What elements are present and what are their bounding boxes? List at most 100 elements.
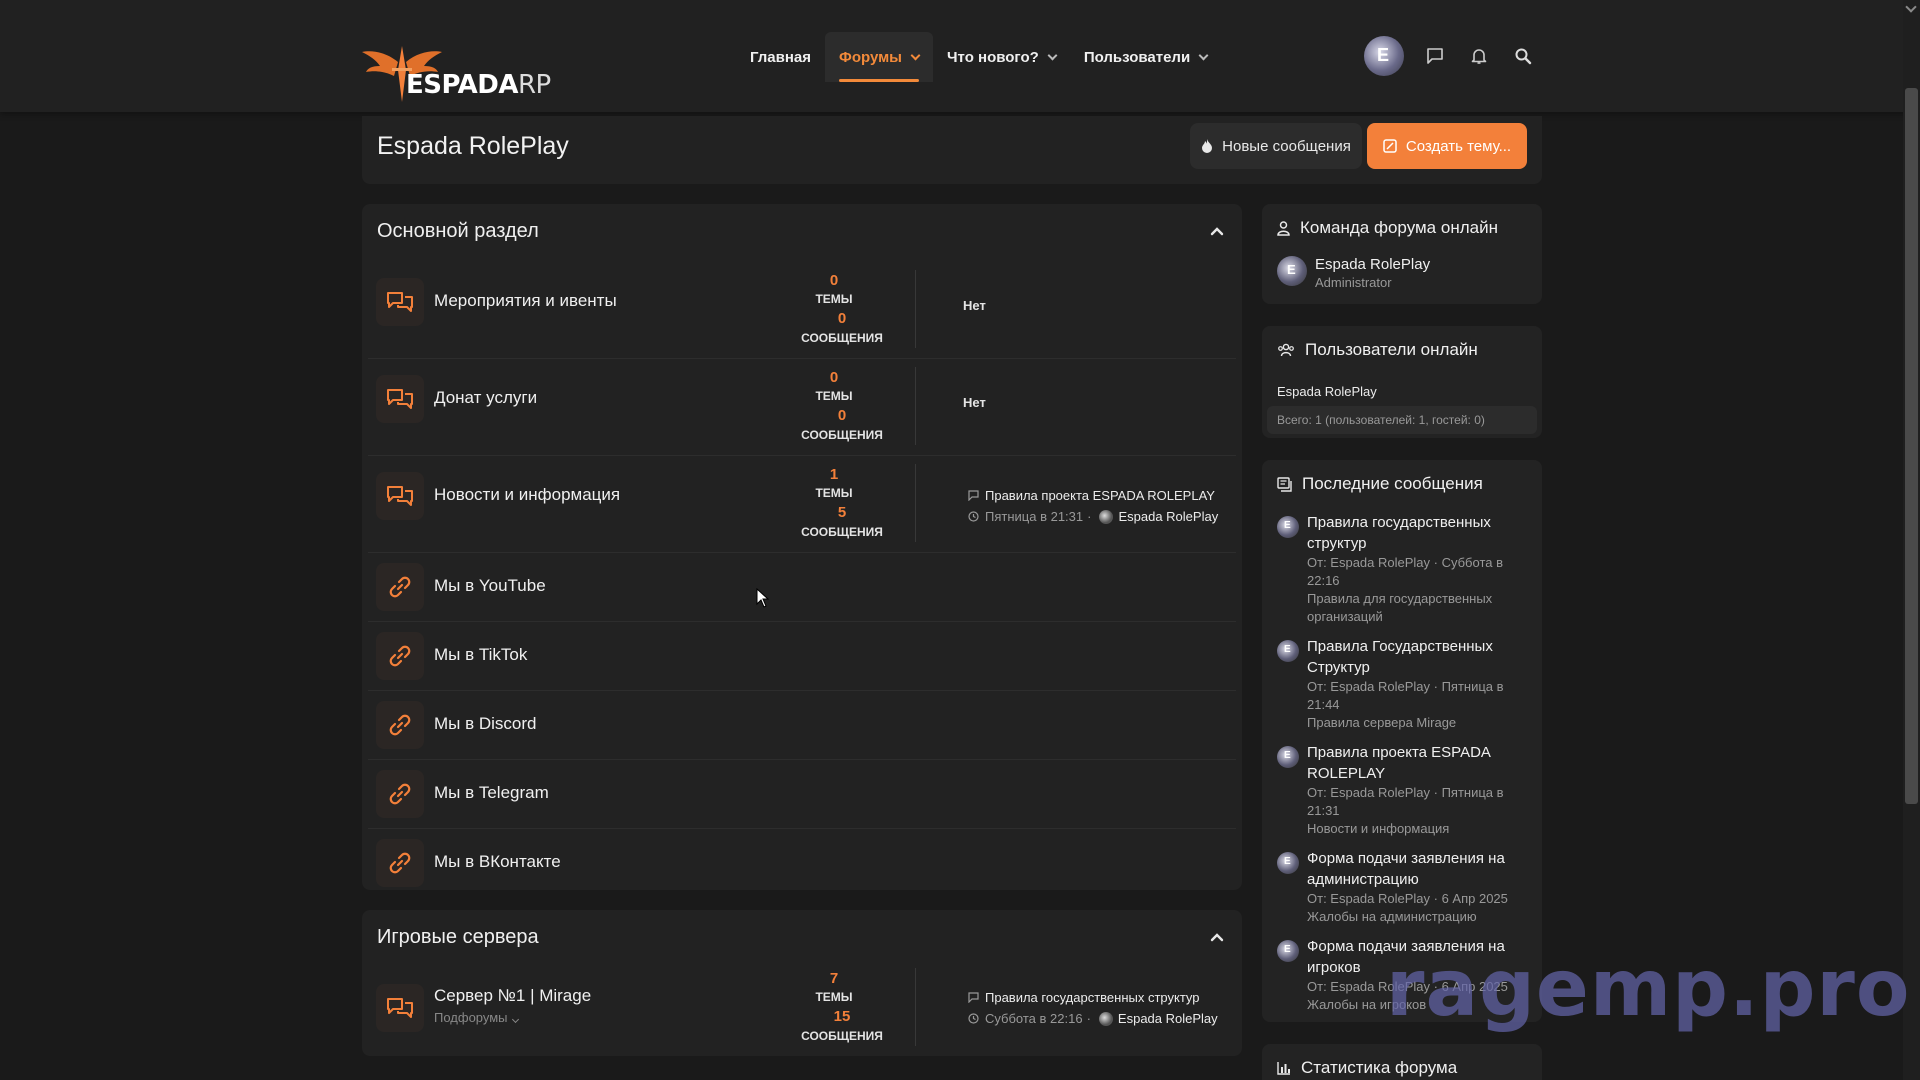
site-logo[interactable]: ESPADARP — [362, 40, 552, 102]
category-title[interactable]: Основной раздел — [377, 220, 539, 243]
page-title: Espada RolePlay — [377, 132, 569, 160]
latest-post-forum[interactable]: Правила сервера Mirage — [1307, 714, 1532, 732]
last-post-user[interactable]: Espada RolePlay — [1118, 1011, 1218, 1026]
link-title[interactable]: Мы в Discord — [434, 714, 536, 734]
user-avatar[interactable] — [1277, 940, 1299, 962]
link-title[interactable]: Мы в YouTube — [434, 576, 546, 596]
user-avatar[interactable] — [1277, 640, 1299, 662]
latest-post-forum[interactable]: Новости и информация — [1307, 820, 1532, 838]
user-avatar[interactable] — [1277, 852, 1299, 874]
link-node-discord[interactable]: Мы в Discord — [368, 691, 1236, 760]
user-avatar[interactable] — [1277, 516, 1299, 538]
threads-count: 1 — [829, 466, 839, 483]
link-icon — [376, 839, 424, 887]
last-post-title[interactable]: Правила государственных структур — [968, 990, 1248, 1005]
clock-icon — [968, 1013, 979, 1024]
last-post-user[interactable]: Espada RolePlay — [1118, 509, 1218, 524]
latest-post-item: Правила государственных структур От: Esp… — [1277, 512, 1532, 626]
nav-members[interactable]: Пользователи — [1070, 32, 1221, 82]
thread-icon — [968, 490, 979, 501]
main-nav: Главная Форумы Что нового? Пользователи — [736, 32, 1221, 82]
forum-title[interactable]: Новости и информация — [434, 485, 620, 505]
link-title[interactable]: Мы в TikTok — [434, 645, 527, 665]
link-title[interactable]: Мы в ВКонтакте — [434, 852, 561, 872]
user-avatar[interactable] — [1277, 256, 1307, 286]
chevron-down-icon[interactable] — [1047, 50, 1058, 60]
link-node-youtube[interactable]: Мы в YouTube — [368, 553, 1236, 622]
nav-whats-new[interactable]: Что нового? — [933, 32, 1070, 82]
edit-icon — [1383, 139, 1397, 153]
last-post-date[interactable]: Суббота в 22:16 — [985, 1011, 1083, 1026]
forum-stats: 1 ТЕМЫ 5 СООБЩЕНИЯ — [801, 464, 916, 542]
sidebar-heading: Последние сообщения — [1277, 474, 1483, 494]
posts-icon — [1277, 476, 1292, 492]
latest-post-forum[interactable]: Правила для государственных организаций — [1307, 590, 1532, 626]
forum-node-news: Новости и информация 1 ТЕМЫ 5 СООБЩЕНИЯ … — [368, 456, 1236, 553]
latest-post-title[interactable]: Правила государственных структур — [1307, 512, 1532, 554]
user-avatar[interactable] — [1098, 1011, 1113, 1026]
category-header: Основной раздел — [362, 204, 1242, 262]
latest-post-title[interactable]: Правила Государственных Структур — [1307, 636, 1532, 678]
link-node-telegram[interactable]: Мы в Telegram — [368, 760, 1236, 829]
link-icon — [376, 701, 424, 749]
messages-count: 15 — [833, 1008, 851, 1025]
messages-count: 0 — [837, 407, 847, 424]
forum-title[interactable]: Сервер №1 | Mirage — [434, 986, 591, 1006]
link-node-tiktok[interactable]: Мы в TikTok — [368, 622, 1236, 691]
forum-chat-icon — [376, 472, 424, 520]
sidebar-staff-online: Команда форума онлайн Espada RolePlay Ad… — [1262, 204, 1542, 304]
create-thread-button[interactable]: Создать тему... — [1367, 123, 1527, 169]
staff-role: Administrator — [1315, 275, 1392, 290]
users-icon — [1278, 343, 1294, 357]
search-icon[interactable] — [1510, 43, 1536, 69]
new-posts-button[interactable]: Новые сообщения — [1190, 123, 1362, 169]
subforums-toggle[interactable]: Подфорумы — [434, 1010, 519, 1025]
sidebar-heading: Команда форума онлайн — [1277, 218, 1498, 238]
messages-label: СООБЩЕНИЯ — [801, 1029, 883, 1043]
user-shield-icon — [1277, 220, 1290, 236]
forum-node-donate: Донат услуги 0 ТЕМЫ 0 СООБЩЕНИЯ Нет — [368, 359, 1236, 456]
bell-icon[interactable] — [1466, 43, 1492, 69]
link-node-vkontakte[interactable]: Мы в ВКонтакте — [368, 829, 1236, 898]
bar-chart-icon — [1277, 1062, 1290, 1075]
last-post-title[interactable]: Правила проекта ESPADA ROLEPLAY — [968, 488, 1248, 503]
mouse-cursor-icon — [756, 588, 770, 608]
threads-count: 0 — [829, 369, 839, 386]
forum-chat-icon — [376, 375, 424, 423]
user-avatar[interactable] — [1099, 509, 1114, 524]
forum-node-server-1: Сервер №1 | Mirage Подфорумы 7 ТЕМЫ 15 С… — [368, 968, 1236, 1065]
chevron-down-icon[interactable] — [1198, 50, 1209, 60]
category-title[interactable]: Игровые сервера — [377, 926, 539, 949]
nav-home[interactable]: Главная — [736, 32, 825, 82]
threads-label: ТЕМЫ — [815, 990, 853, 1004]
link-title[interactable]: Мы в Telegram — [434, 783, 549, 803]
header-user-icons — [1364, 36, 1554, 76]
last-post-date[interactable]: Пятница в 21:31 — [985, 509, 1083, 524]
latest-post-title[interactable]: Форма подачи заявления на администрацию — [1307, 848, 1532, 890]
messages-label: СООБЩЕНИЯ — [801, 525, 883, 539]
collapse-chevron-up-icon[interactable] — [1210, 930, 1224, 944]
online-user-name[interactable]: Espada RolePlay — [1277, 384, 1377, 399]
scrollbar-thumb[interactable] — [1905, 88, 1918, 804]
latest-post-item: Правила проекта ESPADA ROLEPLAY От: Espa… — [1277, 742, 1532, 838]
collapse-chevron-up-icon[interactable] — [1210, 224, 1224, 238]
sidebar-users-online: Пользователи онлайн Espada RolePlay Всег… — [1262, 326, 1542, 438]
conversations-icon[interactable] — [1422, 43, 1448, 69]
forum-title[interactable]: Мероприятия и ивенты — [434, 291, 617, 311]
threads-label: ТЕМЫ — [815, 486, 853, 500]
latest-post-item: Форма подачи заявления на администрацию … — [1277, 848, 1532, 926]
category-header: Игровые сервера — [362, 910, 1242, 968]
link-icon — [376, 770, 424, 818]
user-avatar[interactable] — [1364, 36, 1404, 76]
forum-title[interactable]: Донат услуги — [434, 388, 537, 408]
nav-forums[interactable]: Форумы — [825, 32, 933, 82]
user-avatar[interactable] — [1277, 746, 1299, 768]
messages-count: 0 — [837, 310, 847, 327]
last-post-none: Нет — [963, 395, 986, 410]
sidebar-forum-stats: Статистика форума — [1262, 1044, 1542, 1080]
latest-post-title[interactable]: Правила проекта ESPADA ROLEPLAY — [1307, 742, 1532, 784]
staff-name[interactable]: Espada RolePlay — [1315, 256, 1430, 273]
chevron-down-icon[interactable] — [910, 50, 921, 60]
latest-post-forum[interactable]: Жалобы на администрацию — [1307, 908, 1532, 926]
latest-post-meta: От: Espada RolePlay · Пятница в 21:44 — [1307, 679, 1504, 712]
